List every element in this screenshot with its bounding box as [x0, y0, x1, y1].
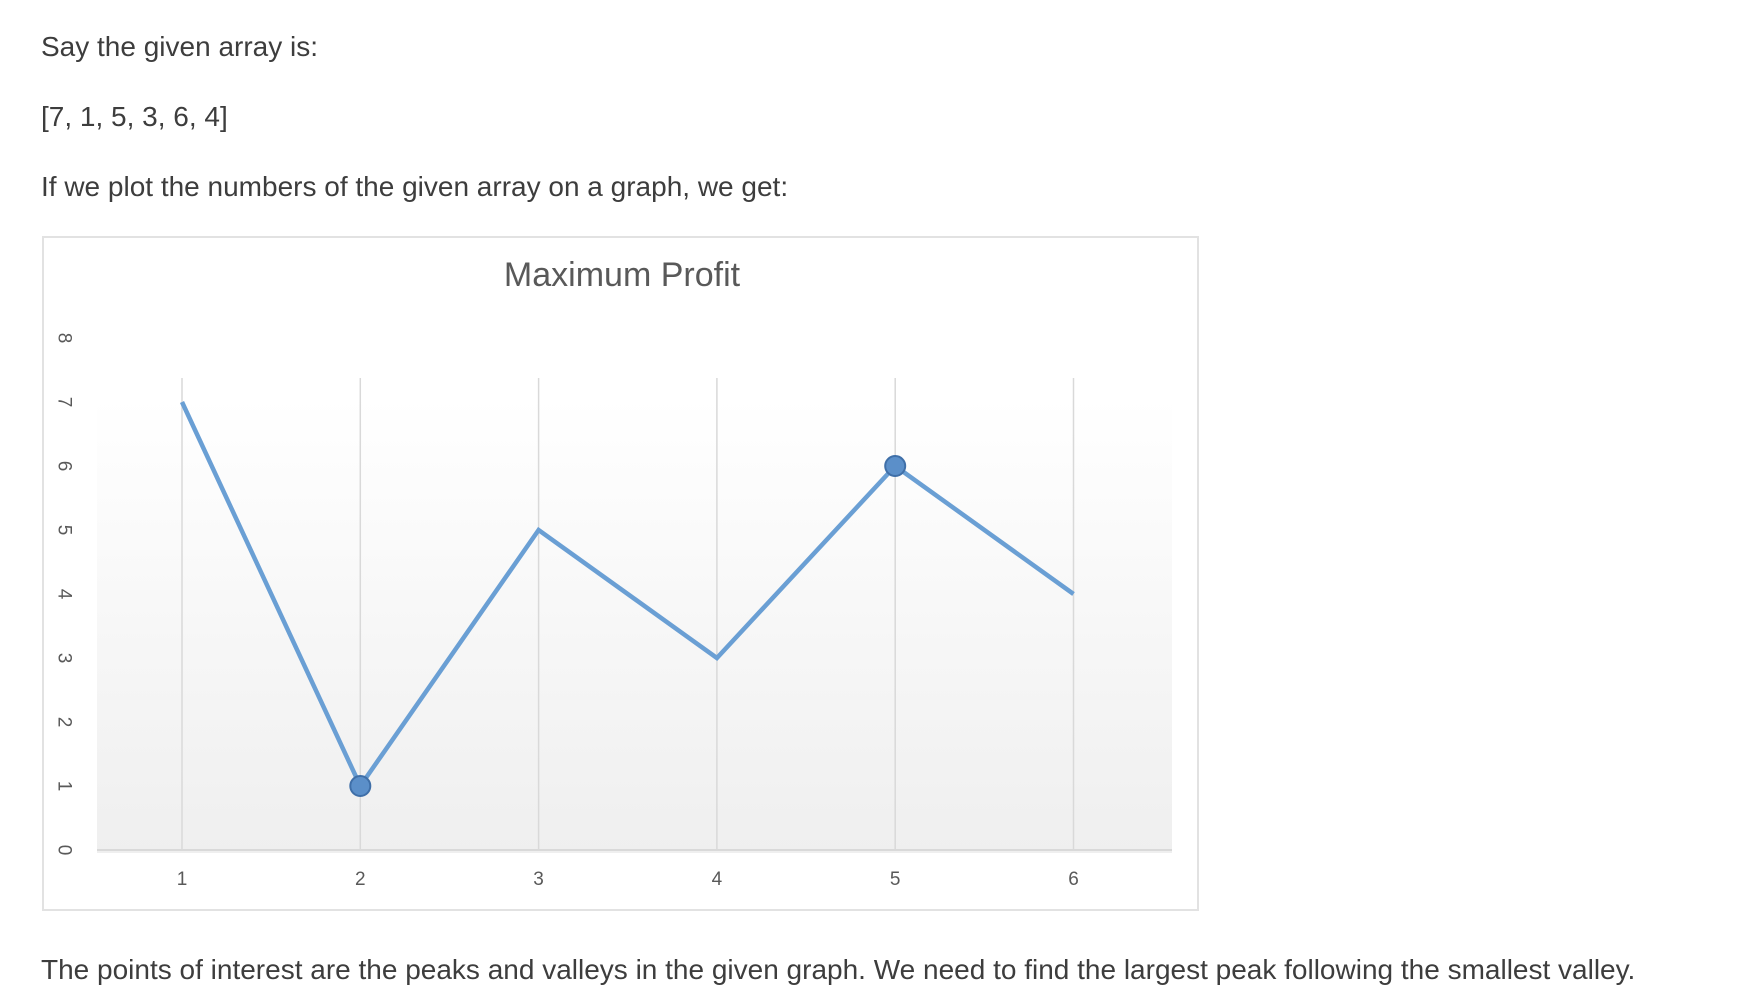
plot-area — [97, 398, 1172, 853]
x-tick-label: 4 — [712, 869, 723, 890]
y-tick-label: 3 — [54, 653, 75, 664]
conclusion-text: The points of interest are the peaks and… — [41, 954, 1636, 985]
y-tick-label: 4 — [54, 589, 75, 600]
chart-container: Maximum Profit 0 1 2 3 4 5 6 7 8 1 2 3 4 5 6 — [42, 236, 1199, 911]
data-point-marker — [884, 455, 907, 477]
y-tick-label: 5 — [54, 525, 75, 536]
x-tick-label: 5 — [890, 869, 901, 890]
x-tick-label: 3 — [533, 869, 544, 890]
chart-title: Maximum Profit — [504, 256, 741, 294]
data-point-marker — [349, 775, 372, 797]
array-text: [7, 1, 5, 3, 6, 4] — [41, 101, 228, 132]
y-tick-label: 8 — [54, 333, 75, 344]
intro-text: Say the given array is: — [41, 31, 319, 62]
x-tick-label: 6 — [1068, 869, 1079, 890]
x-tick-label: 2 — [355, 869, 366, 890]
line-chart: Maximum Profit 0 1 2 3 4 5 6 7 8 1 2 3 4 5 6 — [54, 256, 1172, 890]
x-tick-label: 1 — [177, 869, 188, 890]
y-tick-label: 0 — [54, 845, 75, 856]
plot-intro-text: If we plot the numbers of the given arra… — [41, 171, 789, 202]
y-tick-label: 2 — [54, 717, 75, 728]
y-tick-label: 7 — [54, 397, 75, 408]
y-tick-label: 1 — [54, 781, 75, 792]
y-tick-label: 6 — [54, 461, 75, 472]
